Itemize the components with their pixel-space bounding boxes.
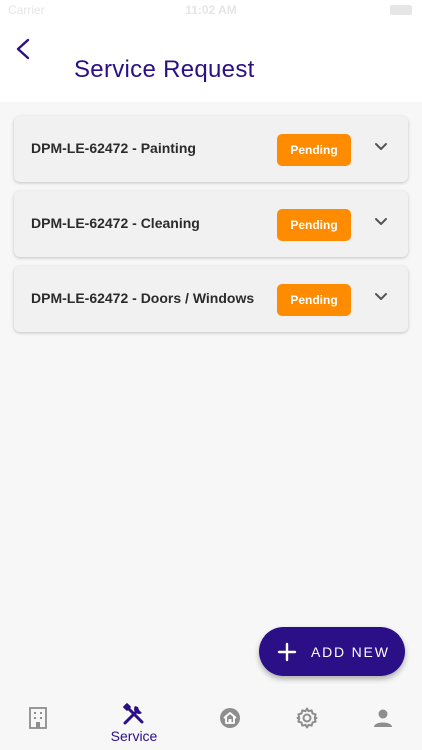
plus-icon bbox=[277, 642, 297, 661]
request-title: DPM-LE-62472 - Cleaning bbox=[31, 215, 200, 231]
status-time: 11:02 AM bbox=[185, 3, 237, 17]
chevron-left-icon bbox=[16, 38, 30, 60]
nav-item-settings[interactable] bbox=[272, 694, 342, 750]
page-title: Service Request bbox=[74, 56, 255, 83]
nav-label-service: Service bbox=[110, 728, 158, 744]
app-header: Service Request bbox=[0, 20, 422, 102]
tools-icon bbox=[123, 703, 144, 725]
chevron-down-icon[interactable] bbox=[374, 142, 388, 152]
battery-icon bbox=[390, 5, 412, 15]
chevron-down-icon[interactable] bbox=[374, 292, 388, 302]
request-title: DPM-LE-62472 - Painting bbox=[31, 140, 196, 156]
bottom-navigation: Service bbox=[0, 694, 422, 750]
nav-item-home[interactable] bbox=[195, 694, 265, 750]
status-badge: Pending bbox=[277, 284, 351, 316]
request-title: DPM-LE-62472 - Doors / Windows bbox=[31, 290, 255, 306]
nav-item-profile[interactable] bbox=[348, 694, 418, 750]
request-card[interactable]: DPM-LE-62472 - Painting Pending bbox=[14, 116, 408, 182]
status-badge: Pending bbox=[277, 134, 351, 166]
back-button[interactable] bbox=[10, 34, 38, 64]
service-request-list: DPM-LE-62472 - Painting Pending DPM-LE-6… bbox=[14, 116, 408, 341]
home-icon bbox=[220, 708, 240, 728]
person-icon bbox=[374, 709, 392, 727]
status-bar: Carrier 11:02 AM bbox=[0, 0, 422, 20]
request-card[interactable]: DPM-LE-62472 - Doors / Windows Pending bbox=[14, 266, 408, 332]
request-card[interactable]: DPM-LE-62472 - Cleaning Pending bbox=[14, 191, 408, 257]
building-icon bbox=[29, 707, 47, 729]
status-badge: Pending bbox=[277, 209, 351, 241]
add-new-button[interactable]: ADD NEW bbox=[259, 627, 405, 676]
gear-icon bbox=[296, 707, 318, 729]
add-new-label: ADD NEW bbox=[311, 643, 390, 660]
chevron-down-icon[interactable] bbox=[374, 217, 388, 227]
nav-item-buildings[interactable] bbox=[3, 694, 73, 750]
nav-item-service[interactable]: Service bbox=[99, 694, 169, 750]
